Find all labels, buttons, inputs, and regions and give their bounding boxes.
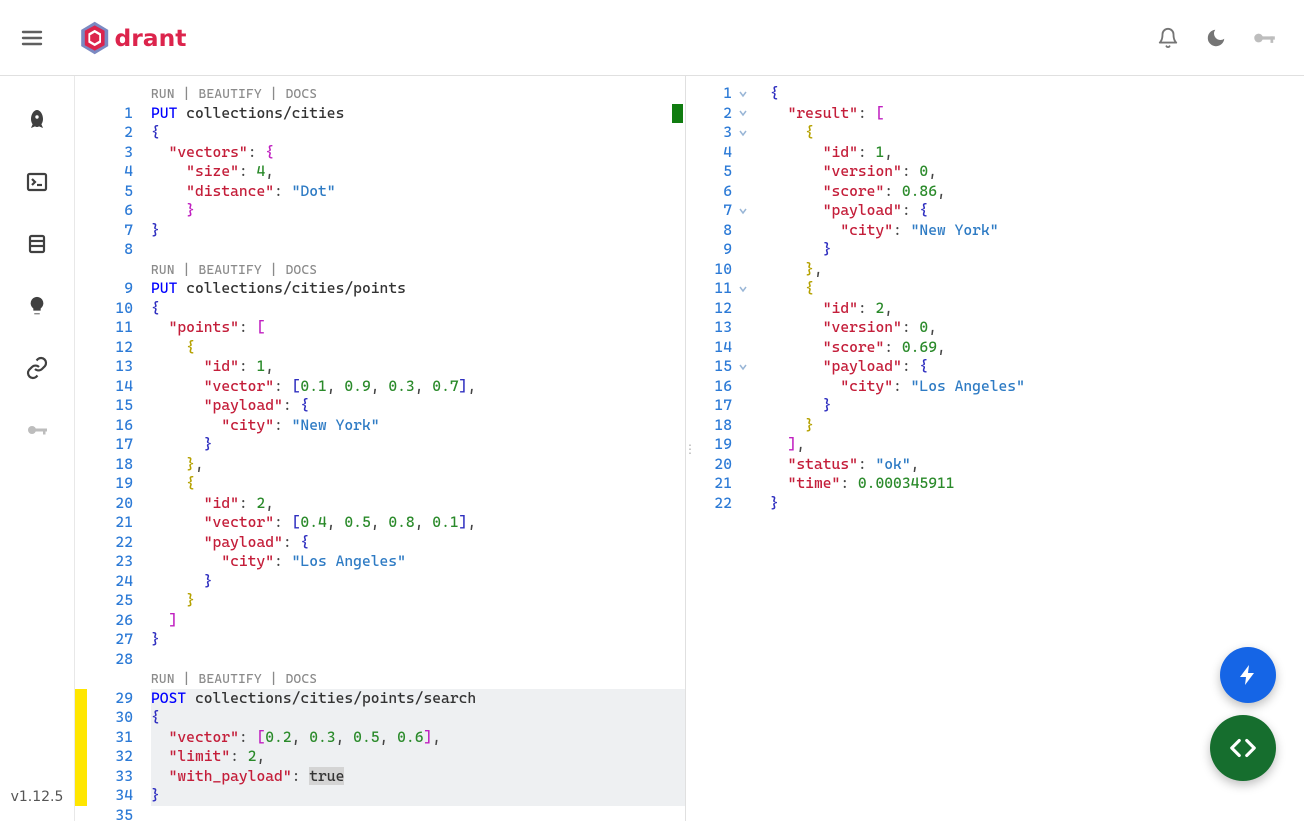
codelens-docs[interactable]: DOCS: [286, 672, 318, 687]
link-icon: [25, 356, 49, 380]
version-label: v1.12.5: [0, 789, 74, 805]
codelens-run[interactable]: RUN: [151, 87, 175, 102]
sidebar: v1.12.5: [0, 76, 75, 821]
fold-toggle[interactable]: [738, 104, 748, 124]
menu-toggle[interactable]: [8, 14, 56, 62]
rocket-icon: [25, 108, 49, 132]
hamburger-icon: [20, 26, 44, 50]
sidebar-item-collections[interactable]: [13, 220, 61, 268]
codelens-beautify[interactable]: BEAUTIFY: [199, 87, 262, 102]
codelens-docs[interactable]: DOCS: [286, 263, 318, 278]
collections-icon: [25, 232, 49, 256]
key-icon: [1251, 25, 1277, 51]
sidebar-item-hints[interactable]: [13, 282, 61, 330]
code-icon: [1228, 733, 1258, 763]
fab-code[interactable]: [1210, 715, 1276, 781]
key-icon: [25, 418, 49, 442]
main-split: 12345678 9101112131415161718192021222324…: [75, 76, 1304, 821]
codelens-docs[interactable]: DOCS: [286, 87, 318, 102]
request-editor[interactable]: 12345678 9101112131415161718192021222324…: [75, 76, 686, 821]
bell-icon: [1157, 27, 1179, 49]
fold-toggle[interactable]: [738, 201, 748, 221]
fold-toggle[interactable]: [738, 84, 748, 104]
codelens-beautify[interactable]: BEAUTIFY: [199, 672, 262, 687]
logo[interactable]: drant: [70, 20, 240, 56]
run-indicator[interactable]: [672, 104, 683, 124]
fold-toggle[interactable]: [738, 357, 748, 377]
theme-toggle[interactable]: [1192, 14, 1240, 62]
line-gutter: 12345678910111213141516171819202122: [694, 76, 750, 821]
sidebar-item-quickstart[interactable]: [13, 96, 61, 144]
moon-icon: [1205, 27, 1227, 49]
sidebar-item-console[interactable]: [13, 158, 61, 206]
svg-text:drant: drant: [115, 24, 187, 52]
notifications-button[interactable]: [1144, 14, 1192, 62]
console-icon: [25, 170, 49, 194]
codelens-run[interactable]: RUN: [151, 672, 175, 687]
lightning-icon: [1236, 663, 1260, 687]
lightbulb-icon: [26, 295, 48, 317]
app-header: drant: [0, 0, 1304, 76]
pane-splitter[interactable]: ⋮: [686, 76, 694, 821]
fold-toggle[interactable]: [738, 123, 748, 143]
fold-toggle[interactable]: [738, 279, 748, 299]
line-gutter: 12345678 9101112131415161718192021222324…: [75, 76, 151, 821]
api-key-button[interactable]: [1240, 14, 1288, 62]
sidebar-item-keys[interactable]: [13, 406, 61, 454]
codelens-run[interactable]: RUN: [151, 263, 175, 278]
codelens-beautify[interactable]: BEAUTIFY: [199, 263, 262, 278]
fab-run[interactable]: [1220, 647, 1276, 703]
response-viewer: 12345678910111213141516171819202122 { "r…: [694, 76, 1304, 821]
sidebar-item-graph[interactable]: [13, 344, 61, 392]
qdrant-logo-icon: drant: [70, 20, 240, 56]
